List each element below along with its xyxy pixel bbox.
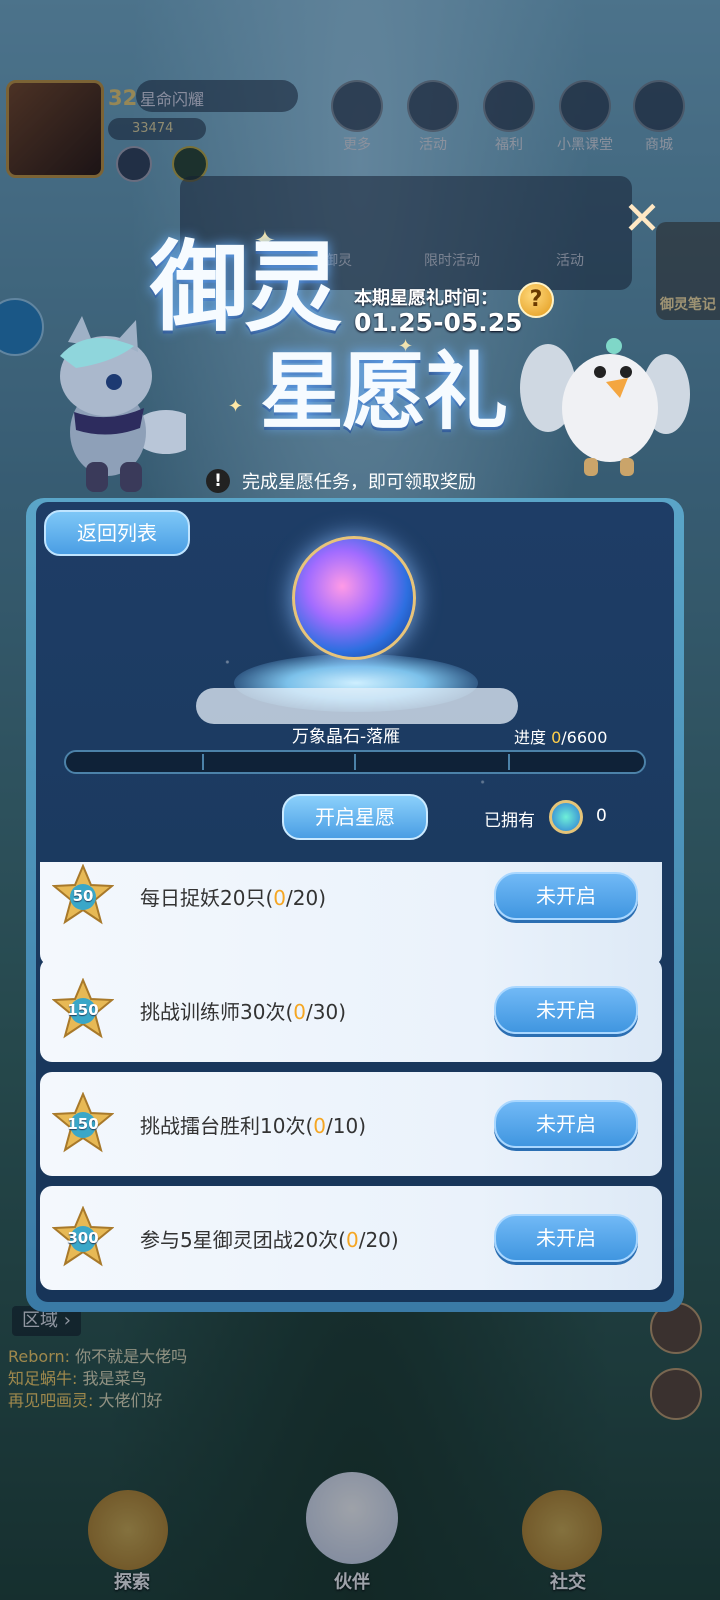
close-button[interactable]: ✕ xyxy=(618,195,666,244)
owned-label: 已拥有 xyxy=(484,811,535,831)
bird-mascot xyxy=(520,338,690,476)
reward-item-name: 万象晶石-落雁 xyxy=(292,727,401,747)
event-title: 御灵 xyxy=(150,230,342,345)
sparkle-icon: ✦ xyxy=(228,396,244,417)
points-value: 50 xyxy=(72,887,94,905)
points-badge: 150 xyxy=(51,977,115,1040)
star-gem-icon xyxy=(549,800,583,834)
progress-text: 进度 0/6600 xyxy=(514,724,607,748)
task-list[interactable]: 50 每日捉妖20只(0/20) 未开启 150 挑战训练师30次(0/30) … xyxy=(40,862,662,1294)
progress-label: 进度 xyxy=(514,728,552,747)
progress-divider xyxy=(202,754,204,770)
task-status-button[interactable]: 未开启 xyxy=(494,1214,638,1262)
cloud-decoration xyxy=(196,688,518,724)
start-wish-button[interactable]: 开启星愿 xyxy=(282,794,428,840)
progress-current: 0 xyxy=(551,728,562,747)
points-value: 150 xyxy=(67,1001,99,1019)
task-row: 300 参与5星御灵团战20次(0/20) 未开启 xyxy=(40,1186,662,1290)
progress-total: /6600 xyxy=(561,728,608,747)
task-row: 150 挑战训练师30次(0/30) 未开启 xyxy=(40,958,662,1062)
task-text: 每日捉妖20只(0/20) xyxy=(140,886,326,910)
period-label: 本期星愿礼时间： xyxy=(354,288,498,309)
back-to-list-button[interactable]: 返回列表 xyxy=(44,510,190,556)
task-status-button[interactable]: 未开启 xyxy=(494,1100,638,1148)
points-badge: 300 xyxy=(51,1205,115,1268)
points-value: 150 xyxy=(67,1115,99,1133)
alert-icon: ! xyxy=(206,469,230,493)
points-value: 300 xyxy=(67,1229,99,1247)
task-status-button[interactable]: 未开启 xyxy=(494,872,638,920)
task-row: 150 挑战擂台胜利10次(0/10) 未开启 xyxy=(40,1072,662,1176)
task-text: 参与5星御灵团战20次(0/20) xyxy=(140,1228,399,1252)
progress-divider xyxy=(354,754,356,770)
tip-text: 完成星愿任务，即可领取奖励 xyxy=(242,472,476,493)
progress-divider xyxy=(508,754,510,770)
task-status-button[interactable]: 未开启 xyxy=(494,986,638,1034)
owned-count: 0 xyxy=(596,806,607,826)
tip-row: ! 完成星愿任务，即可领取奖励 xyxy=(206,468,476,494)
event-title-sub: 星愿礼 xyxy=(260,342,508,441)
period-dates: 01.25-05.25 xyxy=(354,308,523,337)
points-badge: 50 xyxy=(51,863,115,926)
task-text: 挑战训练师30次(0/30) xyxy=(140,1000,346,1024)
progress-bar xyxy=(64,750,646,774)
task-row: 50 每日捉妖20只(0/20) 未开启 xyxy=(40,862,662,966)
help-button[interactable]: ? xyxy=(518,282,554,318)
points-badge: 150 xyxy=(51,1091,115,1154)
task-text: 挑战擂台胜利10次(0/10) xyxy=(140,1114,366,1138)
crystal-orb-icon[interactable] xyxy=(292,536,416,660)
